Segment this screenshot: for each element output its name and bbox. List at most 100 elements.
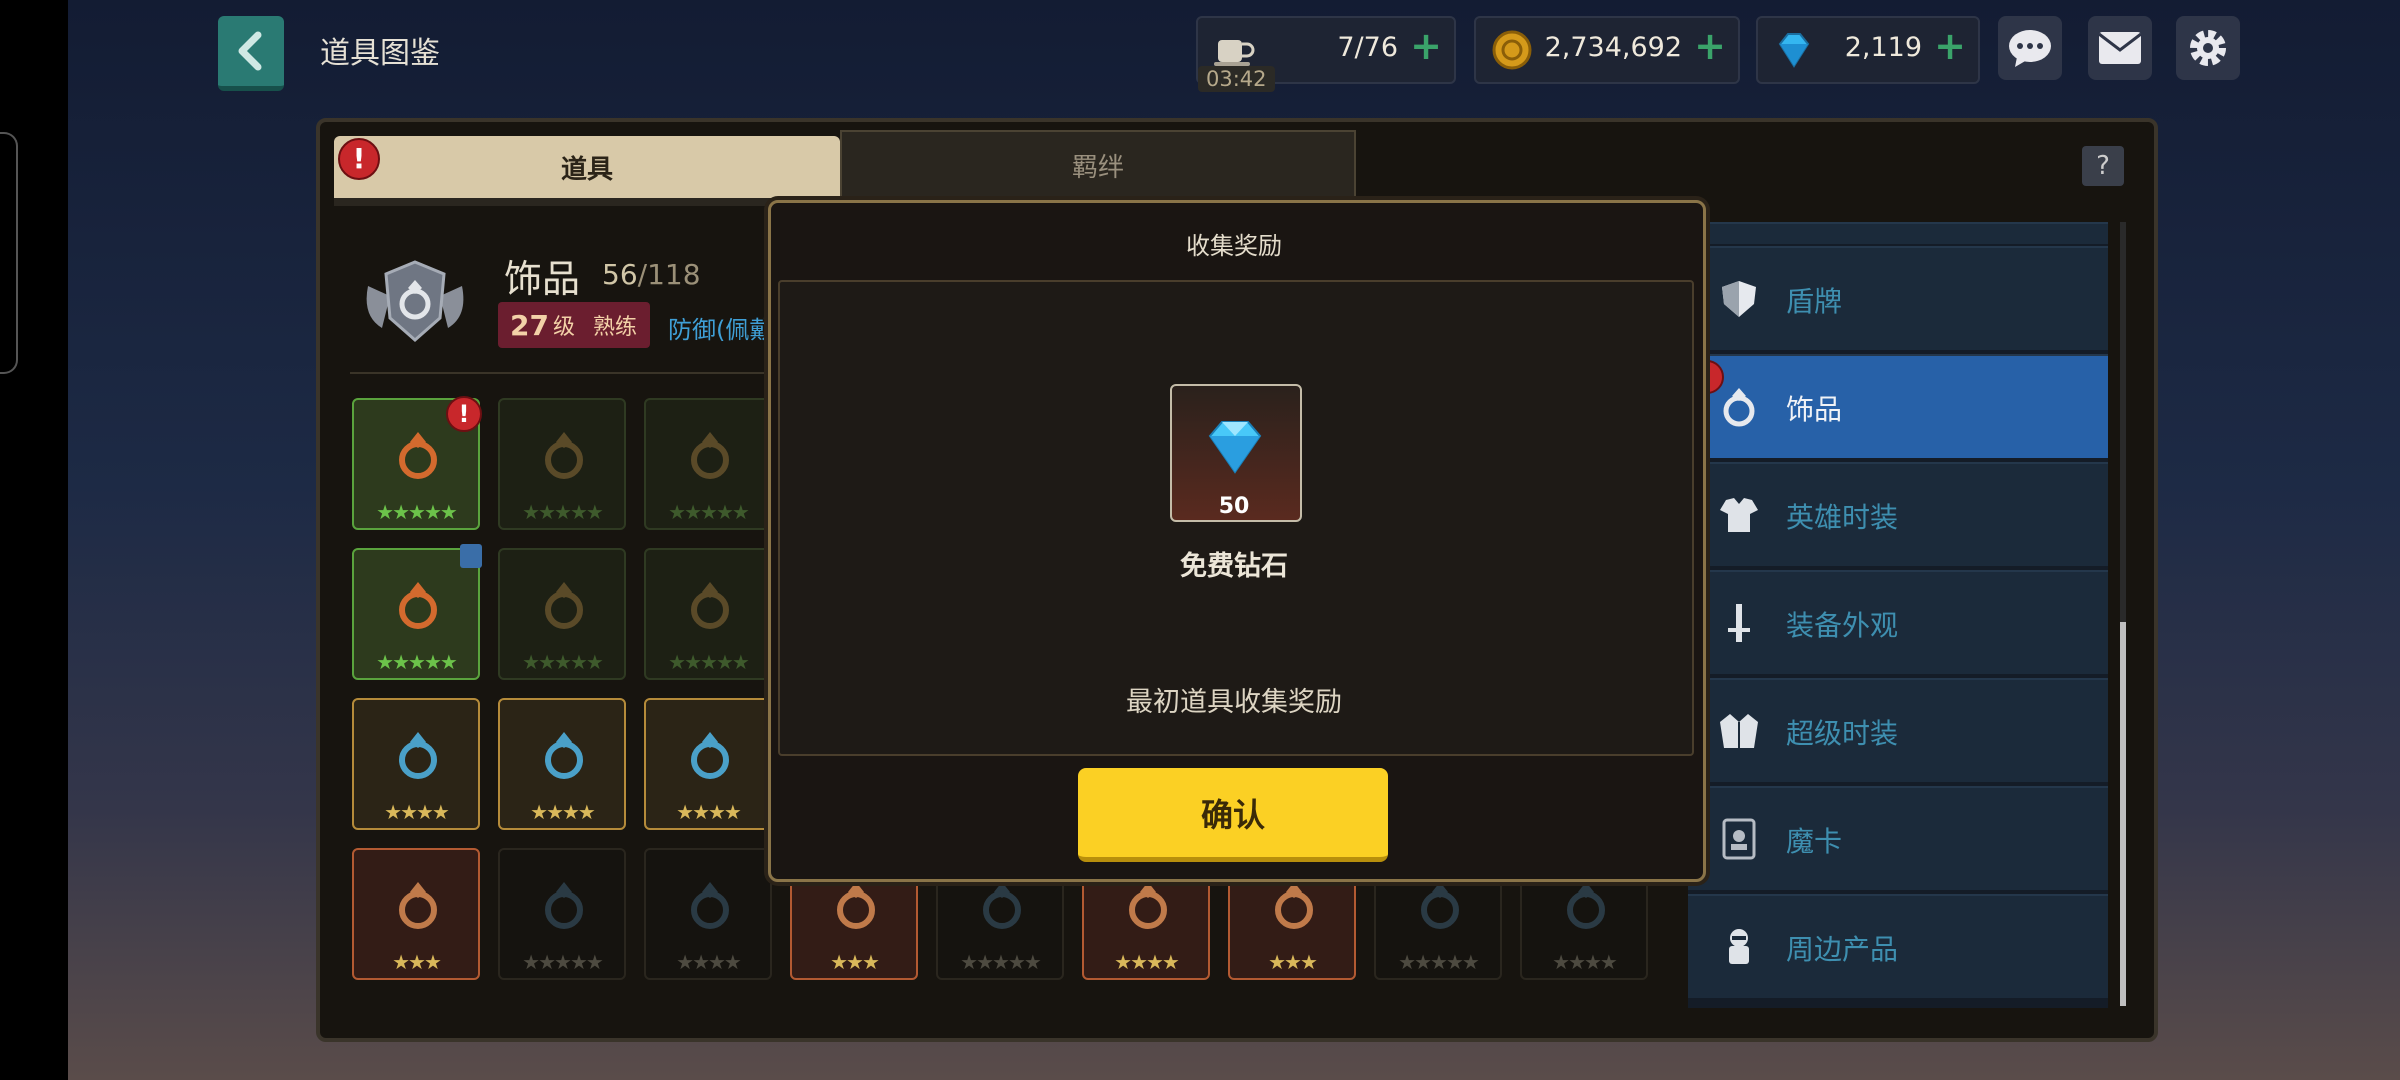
shield-icon [1722, 281, 1756, 317]
star-rating: ★★★★★ [522, 950, 604, 974]
settings-button[interactable] [2176, 16, 2240, 80]
mail-icon [2098, 32, 2142, 64]
dialog-title: 收集奖励 [1186, 232, 1282, 260]
item-slot[interactable]: ★★★★ [644, 698, 772, 830]
sidebar-item-magic-card[interactable]: 魔卡 [1688, 786, 2108, 890]
gem-value: 2,119 [1844, 32, 1922, 63]
item-slot[interactable]: ★★★★ [644, 848, 772, 980]
level-number: 27 [510, 308, 549, 342]
stamina-timer: 03:42 [1198, 66, 1275, 92]
star-rating: ★★★★ [676, 950, 742, 974]
screen-edge [0, 0, 68, 1080]
item-slot[interactable]: ★★★★★ [352, 548, 480, 680]
star-rating: ★★★★★ [960, 950, 1042, 974]
star-rating: ★★★★ [1114, 950, 1180, 974]
page-title: 道具图鉴 [320, 36, 440, 71]
sidebar-item-label: 魔卡 [1786, 825, 1843, 858]
help-button[interactable]: ? [2082, 146, 2124, 186]
gem-icon [1208, 421, 1262, 474]
sidebar-item-label: 盾牌 [1786, 285, 1843, 318]
accessory-icon [1129, 882, 1167, 929]
scrollbar-thumb[interactable] [2120, 622, 2126, 1006]
chat-icon [2009, 30, 2051, 67]
level-rank: 熟练 [592, 315, 637, 340]
tab-bond[interactable]: 羁绊 [840, 130, 1356, 200]
collection-level-badge: 27 级 熟练 [498, 302, 650, 348]
gold-resource: 2,734,692 + [1474, 16, 1740, 84]
gem-resource: 2,119 + [1756, 16, 1980, 84]
star-rating: ★★★★★ [522, 650, 604, 674]
divider [350, 372, 780, 374]
tab-items[interactable]: 道具 [334, 136, 840, 198]
accessory-icon [545, 882, 583, 929]
accessory-icon [1567, 882, 1605, 929]
sidebar-item-merchandise[interactable]: 周边产品 [1688, 894, 2108, 998]
accessory-icon [1275, 882, 1313, 929]
item-slot[interactable]: ★★★★★ [644, 398, 772, 530]
star-rating: ★★★ [392, 950, 442, 974]
star-rating: ★★★★★ [668, 650, 750, 674]
item-slot[interactable]: ★★★★★ [644, 548, 772, 680]
add-gems-button[interactable]: + [1934, 24, 1966, 68]
armor-icon [1720, 498, 1758, 532]
sidebar-item-hero-costume[interactable]: 英雄时装 [1688, 462, 2108, 566]
confirm-button[interactable]: 确认 [1078, 768, 1388, 862]
figure-icon [1729, 929, 1749, 964]
new-item-alert-icon: ! [446, 396, 482, 432]
star-rating: ★★★★★ [376, 650, 458, 674]
gem-icon [1778, 33, 1810, 68]
star-rating: ★★★★ [1552, 950, 1618, 974]
reward-name: 免费钻石 [1180, 551, 1288, 582]
gear-icon [2190, 30, 2226, 66]
card-icon [1722, 818, 1756, 860]
sidebar-item-accessory[interactable]: 饰品 [1688, 354, 2108, 458]
stamina-value: 7/76 [1337, 32, 1398, 63]
accessory-emblem-icon [366, 260, 464, 342]
mail-button[interactable] [2088, 16, 2152, 80]
accessory-icon [545, 582, 583, 629]
sidebar-item-partial [1688, 222, 2108, 244]
item-slot[interactable]: ★★★★ [352, 698, 480, 830]
accessory-icon [1421, 882, 1459, 929]
accessory-icon [399, 582, 437, 629]
item-slot[interactable]: ★★★★★ [498, 848, 626, 980]
chat-button[interactable] [1998, 16, 2062, 80]
sidebar-item-label: 英雄时装 [1786, 501, 1899, 534]
add-gold-button[interactable]: + [1694, 24, 1726, 68]
collected-count: 56 [602, 258, 638, 291]
item-slot[interactable]: ★★★★ [498, 698, 626, 830]
accessory-icon [545, 732, 583, 779]
sidebar-item-equipment-look[interactable]: 装备外观 [1688, 570, 2108, 674]
accessory-icon [399, 432, 437, 479]
star-rating: ★★★★★ [376, 500, 458, 524]
alert-badge-icon: ! [338, 138, 380, 180]
star-rating: ★★★★ [384, 800, 450, 824]
reward-quantity: 50 [1218, 494, 1250, 519]
back-button[interactable] [218, 16, 284, 91]
accessory-icon [691, 432, 729, 479]
star-rating: ★★★ [1268, 950, 1318, 974]
star-rating: ★★★★★ [1398, 950, 1480, 974]
accessory-icon [691, 732, 729, 779]
item-slot[interactable]: ★★★★★ [498, 398, 626, 530]
sword-icon [1728, 604, 1750, 642]
category-name: 饰品 [504, 257, 581, 301]
item-slot[interactable]: ★★★ [352, 848, 480, 980]
stat-bonus-link[interactable]: 防御(佩戴 [668, 310, 768, 345]
collection-count: 56/118 [602, 258, 701, 291]
sidebar-item-label: 超级时装 [1786, 717, 1899, 750]
item-slot[interactable]: ★★★★★ [498, 548, 626, 680]
star-rating: ★★★★ [676, 800, 742, 824]
sidebar-item-shield[interactable]: 盾牌 [1688, 246, 2108, 350]
sidebar-scrollbar[interactable] [2120, 222, 2126, 1006]
sidebar-item-super-costume[interactable]: 超级时装 [1688, 678, 2108, 782]
add-stamina-button[interactable]: + [1410, 24, 1442, 68]
star-rating: ★★★★★ [668, 500, 750, 524]
sidebar-item-label: 装备外观 [1786, 609, 1899, 642]
bookmark-icon [460, 544, 482, 568]
back-arrow-icon [238, 31, 262, 71]
star-rating: ★★★★★ [522, 500, 604, 524]
accessory-icon [399, 882, 437, 929]
gold-value: 2,734,692 [1544, 32, 1682, 63]
gold-coin-icon [1492, 30, 1532, 70]
